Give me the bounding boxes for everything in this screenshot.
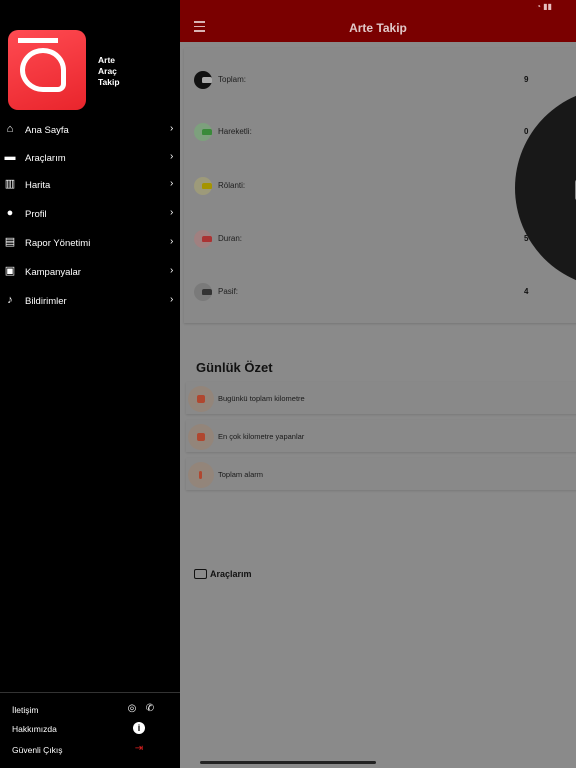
daily-summary-title: Günlük Özet (196, 360, 273, 375)
nav-item-map[interactable]: ▥ Harita › (0, 173, 180, 197)
brand-line: Arte (98, 55, 116, 65)
app-root: ◔ ▮▮ Arte Takip Toplam: 9 Hareketli: 0 R… (0, 0, 576, 768)
home-indicator[interactable] (200, 761, 376, 764)
stat-label: Hareketli: (218, 127, 252, 136)
vehicles-section-label: Araçlarım (210, 569, 252, 579)
nav-item-reports[interactable]: ▤ Rapor Yönetimi › (0, 231, 180, 255)
about-row[interactable]: Hakkımızda i (12, 722, 172, 736)
car-icon (194, 71, 212, 89)
contact-row: İletişim ◎ ✆ (12, 703, 172, 717)
car-icon (194, 569, 207, 579)
nav-label: Ana Sayfa (25, 125, 69, 136)
nav-item-vehicles[interactable]: ▬ Araçlarım › (0, 146, 180, 170)
phone-icon[interactable]: ✆ (144, 703, 156, 715)
main-content[interactable]: ◔ ▮▮ Arte Takip Toplam: 9 Hareketli: 0 R… (180, 0, 576, 768)
summary-label: Bugünkü toplam kilometre (218, 394, 305, 403)
logo-arrow-icon (18, 38, 58, 43)
stat-value: 0 (524, 127, 529, 136)
chevron-right-icon: › (170, 265, 174, 276)
stat-row-moving[interactable]: Hareketli: 0 (190, 122, 576, 142)
nav-label: Profil (25, 209, 47, 220)
summary-item-alarms[interactable]: Toplam alarm (186, 458, 576, 490)
app-title: Arte Takip (349, 21, 407, 35)
nav-item-profile[interactable]: ● Profil › (0, 202, 180, 226)
nav-label: Harita (25, 180, 51, 191)
stat-value: 4 (524, 287, 529, 296)
nav-label: Rapor Yönetimi (25, 238, 91, 249)
nav-label: Bildirimler (25, 296, 67, 307)
contact-label: İletişim (12, 705, 39, 715)
summary-label: En çok kilometre yapanlar (218, 432, 305, 441)
car-icon (194, 177, 212, 195)
nav-label: Kampanyalar (25, 267, 81, 278)
brand-line: Araç (98, 66, 117, 76)
about-label: Hakkımızda (12, 724, 57, 734)
logout-label: Güvenli Çıkış (12, 745, 63, 755)
home-icon: ⌂ (6, 123, 14, 135)
app-bar: Arte Takip (180, 14, 576, 42)
logout-row[interactable]: Güvenli Çıkış ⇥ (12, 743, 172, 757)
nav-item-campaigns[interactable]: ▣ Kampanyalar › (0, 260, 180, 284)
road-icon (188, 386, 214, 412)
map-icon: ▥ (4, 178, 16, 190)
chevron-right-icon: › (170, 207, 174, 218)
summary-item-top-km[interactable]: En çok kilometre yapanlar (186, 420, 576, 452)
brand-name: Arte Araç Takip (98, 55, 120, 88)
chevron-right-icon: › (170, 178, 174, 189)
car-icon (194, 230, 212, 248)
stat-row-stopped[interactable]: Duran: 5 (190, 229, 576, 249)
stat-value: 9 (524, 75, 529, 84)
car-icon (194, 283, 212, 301)
nav-item-notifications[interactable]: ♪ Bildirimler › (0, 289, 180, 313)
summary-label: Toplam alarm (218, 470, 264, 479)
status-bar: ◔ ▮▮ (180, 0, 576, 14)
status-icons: ◔ ▮▮ (536, 2, 552, 11)
bell-icon: ♪ (7, 294, 13, 306)
stat-label: Rölanti: (218, 181, 246, 190)
alert-icon (188, 462, 214, 488)
brand-line: Takip (98, 77, 120, 87)
nav-label: Araçlarım (25, 153, 66, 164)
chevron-right-icon: › (170, 151, 174, 162)
app-logo (8, 30, 86, 110)
stat-row-passive[interactable]: Pasif: 4 (190, 282, 576, 302)
gift-icon: ▣ (4, 265, 16, 277)
logout-icon[interactable]: ⇥ (133, 743, 145, 755)
info-icon[interactable]: i (133, 722, 145, 734)
chevron-right-icon: › (170, 236, 174, 247)
user-icon: ● (6, 207, 14, 219)
whatsapp-icon[interactable]: ◎ (126, 703, 138, 715)
logo-letter-icon (20, 48, 66, 92)
car-icon (188, 424, 214, 450)
stat-label: Toplam: (218, 75, 247, 84)
navigation-drawer: Arte Araç Takip ⌂ Ana Sayfa › ▬ Araçları… (0, 0, 180, 768)
nav-item-home[interactable]: ⌂ Ana Sayfa › (0, 118, 180, 142)
chevron-right-icon: › (170, 294, 174, 305)
car-icon (194, 123, 212, 141)
stat-row-total[interactable]: Toplam: 9 (190, 70, 576, 90)
drawer-footer: İletişim ◎ ✆ Hakkımızda i Güvenli Çıkış … (0, 692, 180, 768)
report-icon: ▤ (4, 236, 16, 248)
summary-item-total-km[interactable]: Bugünkü toplam kilometre (186, 382, 576, 414)
chevron-right-icon: › (170, 123, 174, 134)
stat-label: Duran: (218, 234, 243, 243)
stat-label: Pasif: (218, 287, 239, 296)
car-icon: ▬ (4, 151, 16, 163)
